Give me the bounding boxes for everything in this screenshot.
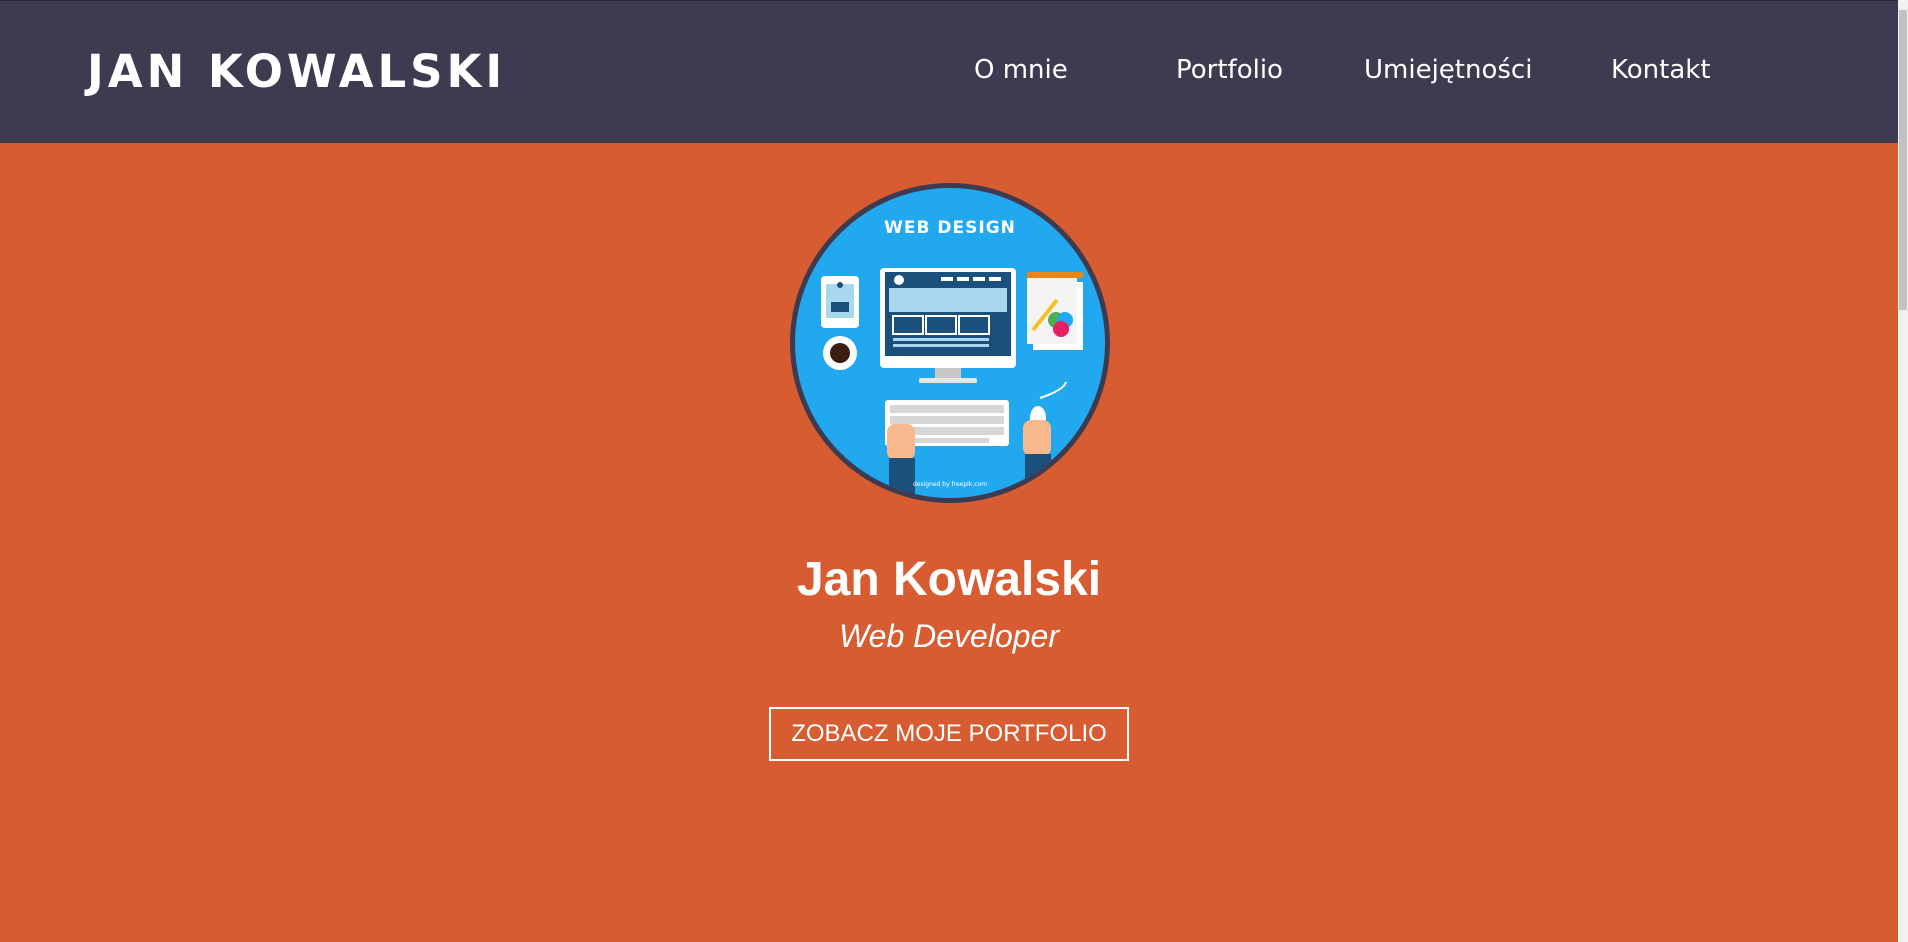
nav-link-umiejetnosci[interactable]: Umiejętności: [1364, 55, 1532, 85]
avatar-credit: designed by freepik.com: [913, 481, 987, 488]
top-navbar: JAN KOWALSKI O mnie Portfolio Umiejętnoś…: [0, 0, 1898, 143]
coffee-cup-icon: [823, 336, 857, 370]
color-swatches-icon: [1027, 272, 1083, 350]
avatar-web-design-illustration: WEB DESIGN designed by freepik.com: [790, 183, 1110, 503]
page-scrollbar[interactable]: [1898, 0, 1908, 942]
brand-logo[interactable]: JAN KOWALSKI: [87, 45, 506, 98]
scrollbar-thumb[interactable]: [1899, 10, 1907, 310]
tablet-icon: [821, 276, 859, 328]
monitor-icon: [880, 268, 1016, 383]
nav-link-o-mnie[interactable]: O mnie: [974, 55, 1068, 85]
view-portfolio-button[interactable]: ZOBACZ MOJE PORTFOLIO: [769, 707, 1129, 761]
nav-link-kontakt[interactable]: Kontakt: [1611, 55, 1711, 85]
nav-link-portfolio[interactable]: Portfolio: [1176, 55, 1283, 85]
hero-name: Jan Kowalski: [796, 553, 1102, 606]
avatar-caption: WEB DESIGN: [884, 218, 1016, 238]
hero-role: Web Developer: [839, 618, 1059, 654]
